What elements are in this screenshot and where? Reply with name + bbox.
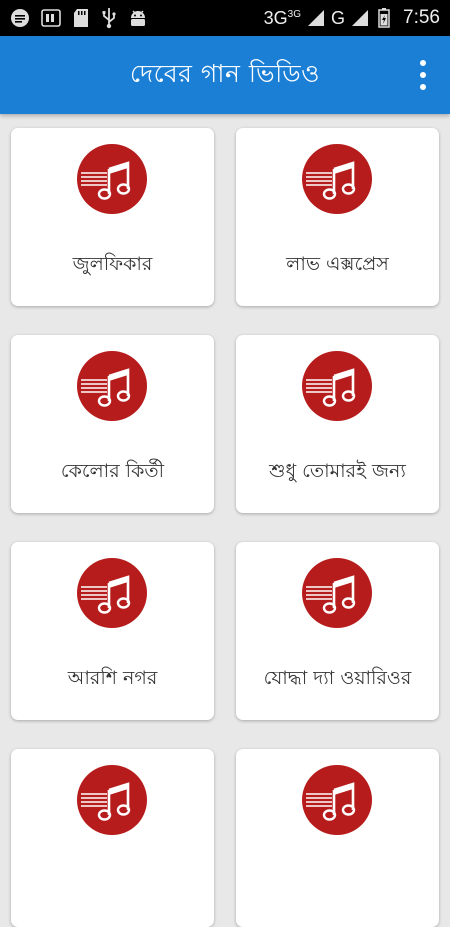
song-card[interactable] xyxy=(236,749,439,927)
clock: 7:56 xyxy=(403,7,440,28)
song-title: কেলোর কির্তী xyxy=(60,460,165,482)
song-card[interactable]: শুধু তোমারই জন্য xyxy=(236,335,439,513)
battery-icon xyxy=(375,7,393,29)
music-note-icon xyxy=(302,144,372,214)
more-vert-icon-dot xyxy=(420,72,426,78)
usb-icon xyxy=(100,7,118,29)
song-title: আরশি নগর xyxy=(67,667,158,689)
song-title: শুধু তোমারই জন্য xyxy=(269,460,406,482)
app-title: দেবের গান ভিডিও xyxy=(129,58,321,88)
music-note-icon xyxy=(77,558,147,628)
status-system-icons: 3G3G G 7:56 xyxy=(264,7,440,29)
network-type-label-2: G xyxy=(331,7,346,28)
music-note-icon xyxy=(302,765,372,835)
music-note-icon xyxy=(77,144,147,214)
sd-card-icon xyxy=(72,7,90,29)
song-card[interactable] xyxy=(11,749,214,927)
music-note-icon xyxy=(77,351,147,421)
song-card[interactable]: কেলোর কির্তী xyxy=(11,335,214,513)
song-grid: জুলফিকার লাভ এক্সপ্রেস কেলোর কির্তী শুধু… xyxy=(11,128,439,927)
song-title: জুলফিকার xyxy=(72,253,153,275)
signal-icon xyxy=(307,7,325,29)
status-bar: 3G3G G 7:56 xyxy=(0,0,450,36)
overflow-menu-button[interactable] xyxy=(418,60,428,90)
song-card[interactable]: লাভ এক্সপ্রেস xyxy=(236,128,439,306)
network-type-label: 3G3G xyxy=(263,7,301,28)
android-icon xyxy=(128,7,148,29)
song-title: লাভ এক্সপ্রেস xyxy=(286,253,389,275)
sim-icon xyxy=(40,7,62,29)
more-vert-icon-dot xyxy=(420,84,426,90)
song-card[interactable]: আরশি নগর xyxy=(11,542,214,720)
message-icon xyxy=(10,7,30,29)
signal-icon-2 xyxy=(351,7,369,29)
music-note-icon xyxy=(77,765,147,835)
song-card[interactable]: যোদ্ধা দ্যা ওয়ারিওর xyxy=(236,542,439,720)
more-vert-icon xyxy=(420,60,426,66)
song-title: যোদ্ধা দ্যা ওয়ারিওর xyxy=(263,667,412,689)
app-bar: দেবের গান ভিডিও xyxy=(0,36,450,114)
music-note-icon xyxy=(302,558,372,628)
song-card[interactable]: জুলফিকার xyxy=(11,128,214,306)
music-note-icon xyxy=(302,351,372,421)
status-notification-icons xyxy=(10,7,264,29)
